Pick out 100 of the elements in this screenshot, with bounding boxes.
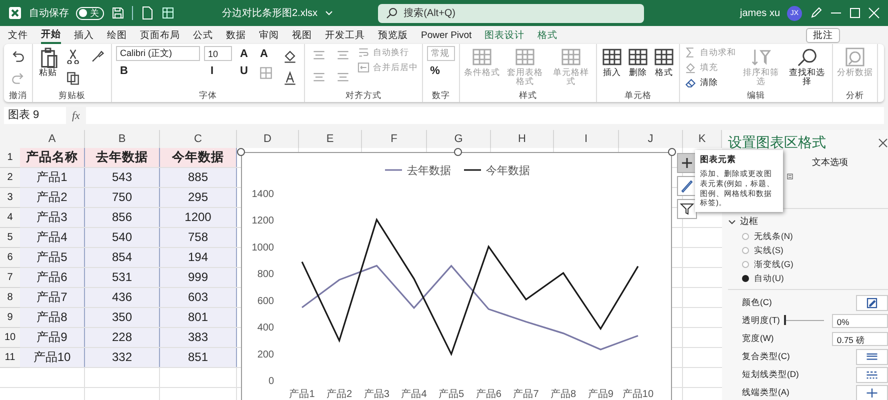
compound-icon [866, 350, 878, 362]
ribbon-button[interactable]: 粘贴 [37, 46, 59, 90]
format-button[interactable]: B [116, 63, 132, 78]
fontcolor-icon[interactable] [282, 70, 298, 86]
table-cell: 856 [85, 208, 160, 227]
axis-tick-label: 800 [257, 269, 274, 280]
ribbon-button[interactable]: 删除 [627, 46, 649, 90]
radio-option[interactable]: 自动(U) [728, 273, 888, 284]
maximize-icon[interactable] [849, 7, 861, 19]
table-cell: 194 [160, 248, 237, 267]
line-chart[interactable]: 去年数据 今年数据 0 200 400 600 800 1000 1200 1400 产品1 产品2 产品3 产品4 产品5 产品6 产品7 产品8 产品9 产品10 [241, 152, 672, 400]
column-header[interactable]: J [619, 130, 683, 148]
row-header[interactable]: 2 [0, 168, 20, 188]
table-cell: 436 [85, 288, 160, 307]
table-cell: 531 [85, 268, 160, 287]
column-header[interactable]: F [362, 130, 427, 148]
format-button[interactable]: I [204, 63, 220, 78]
brush-icon[interactable] [677, 176, 697, 196]
radio-option[interactable]: 无线条(N) [728, 231, 888, 242]
menu-tab[interactable]: 开发工具 [325, 26, 365, 44]
radio-option[interactable]: 渐变线(G) [728, 259, 888, 270]
format-button[interactable]: A [236, 46, 252, 61]
document-icon[interactable] [140, 6, 154, 20]
group-label: 编辑 [746, 90, 766, 102]
save-icon[interactable] [111, 6, 125, 20]
menu-tab[interactable]: 公式 [193, 26, 213, 44]
resize-handle[interactable] [668, 148, 676, 156]
menu-tab[interactable]: 绘图 [107, 26, 127, 44]
row-header[interactable]: 8 [0, 288, 20, 308]
spin-field[interactable]: 0.75 磅 [832, 332, 888, 346]
chevron-down-icon[interactable] [728, 218, 736, 226]
column-header[interactable]: G [427, 130, 491, 148]
dropdown-button[interactable] [856, 384, 888, 400]
chevron-down-icon[interactable] [324, 9, 333, 17]
copy-icon[interactable] [65, 70, 81, 86]
autosave-label: 自动保存 [29, 7, 69, 20]
cut-icon[interactable] [65, 48, 81, 64]
menu-tab[interactable]: 图表设计 [484, 26, 525, 44]
section-header[interactable]: 边框 [728, 215, 888, 228]
pen-icon[interactable] [809, 6, 823, 20]
dropdown-button[interactable] [856, 366, 888, 382]
column-header[interactable]: H [491, 130, 554, 148]
table-cell: 产品8 [20, 308, 85, 327]
close-icon[interactable] [878, 138, 888, 148]
column-header[interactable]: I [554, 130, 619, 148]
row-header[interactable]: 10 [0, 328, 20, 348]
format-button[interactable]: A [256, 46, 272, 61]
resize-handle[interactable] [237, 148, 245, 156]
format-button[interactable]: U [236, 63, 252, 78]
menu-tab[interactable]: 插入 [74, 26, 94, 44]
axis-tick-label: 1400 [252, 189, 274, 200]
name-box[interactable]: 图表 9 [4, 107, 66, 124]
menu-tab[interactable]: Power Pivot [421, 26, 472, 44]
row-header[interactable]: 5 [0, 228, 20, 248]
menu-tab[interactable]: 视图 [292, 26, 312, 44]
ribbon-button[interactable]: 清除 [684, 76, 736, 89]
ribbon-button[interactable]: 插入 [601, 46, 623, 90]
axis-tick-label: 产品3 [364, 389, 390, 400]
menu-tab[interactable]: 页面布局 [140, 26, 180, 44]
dropdown-button[interactable] [856, 294, 888, 310]
grid-icon[interactable] [161, 6, 175, 20]
undo-icon[interactable] [10, 48, 26, 64]
row-header[interactable]: 4 [0, 208, 20, 228]
function-button[interactable]: fx [72, 110, 80, 122]
row-header[interactable]: 7 [0, 268, 20, 288]
fill-icon[interactable] [282, 48, 298, 64]
plus-icon[interactable] [677, 153, 697, 173]
dropdown-field[interactable]: 10 [204, 46, 232, 61]
ribbon-button[interactable]: 查找和选择 [786, 46, 828, 90]
menu-tab[interactable]: 数据 [226, 26, 246, 44]
row-header[interactable]: 3 [0, 188, 20, 208]
ribbon-button[interactable]: 格式 [653, 46, 675, 90]
radio-option[interactable]: 实线(S) [728, 245, 888, 256]
spin-field[interactable]: 0% [832, 314, 888, 328]
search-field[interactable]: 搜索(Alt+Q) [404, 4, 636, 22]
filter-icon[interactable] [677, 199, 697, 219]
autosave-toggle[interactable]: 关 [76, 6, 104, 20]
comment-button[interactable]: 批注 [806, 28, 840, 42]
menu-tab[interactable]: 文件 [8, 26, 28, 44]
text-options-tab[interactable]: 文本选项 [812, 156, 848, 169]
row-header[interactable]: 9 [0, 308, 20, 328]
table-cell: 1200 [160, 208, 237, 227]
menu-tab[interactable]: 格式 [538, 26, 558, 44]
search-bar[interactable]: 搜索(Alt+Q) [378, 4, 644, 22]
row-header[interactable]: 11 [0, 348, 20, 368]
search-icon [386, 7, 398, 19]
format-button[interactable]: % [427, 63, 443, 78]
slider-thumb[interactable] [784, 315, 786, 325]
file-name[interactable]: 分边对比条形图2.xlsx [222, 6, 318, 20]
row-header[interactable]: 6 [0, 248, 20, 268]
menu-tab[interactable]: 预览版 [378, 26, 408, 44]
menu-tab[interactable]: 审阅 [259, 26, 279, 44]
row-header[interactable]: 1 [0, 148, 20, 168]
resize-handle[interactable] [454, 148, 462, 156]
table-icon [627, 46, 649, 68]
column-header[interactable]: E [299, 130, 362, 148]
axis-tick-label: 产品2 [326, 389, 352, 400]
table-cell: 758 [160, 228, 237, 247]
dropdown-field[interactable]: Calibri (正文) [116, 46, 200, 61]
dropdown-button[interactable] [856, 348, 888, 364]
